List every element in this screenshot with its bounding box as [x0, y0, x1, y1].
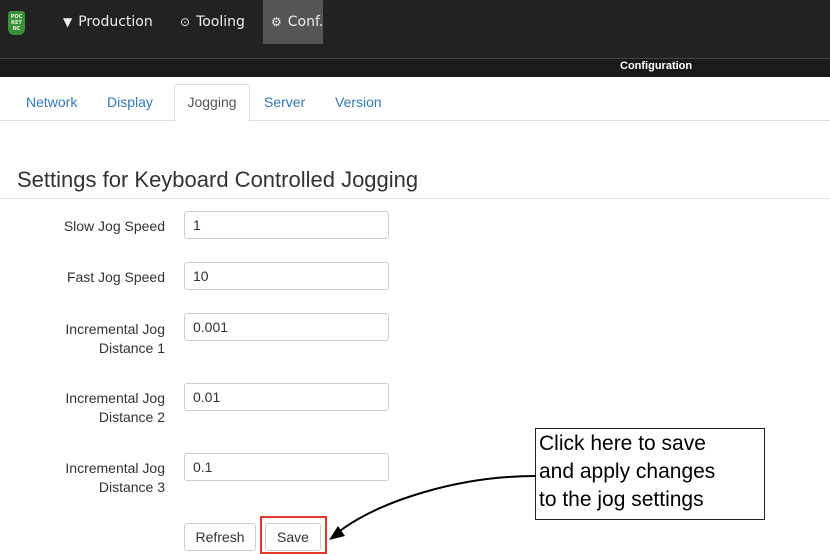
- tab-network[interactable]: Network: [26, 84, 77, 121]
- incremental-jog-distance-3-label: Incremental Jog Distance 3: [65, 459, 165, 497]
- incremental-jog-distance-3-input[interactable]: [184, 453, 389, 481]
- top-navbar: POC KET NC ▼ Production ⊙ Tooling ⚙ Conf.: [0, 0, 830, 58]
- slow-jog-speed-label: Slow Jog Speed: [64, 217, 165, 236]
- incremental-jog-distance-2-label-line2: Distance 2: [98, 409, 165, 425]
- callout-line-2: and apply changes: [539, 460, 716, 483]
- incremental-jog-distance-2-input[interactable]: [184, 383, 389, 411]
- incremental-jog-distance-1-input[interactable]: [184, 313, 389, 341]
- config-tabs: Network Display Jogging Server Version: [0, 84, 830, 122]
- slow-jog-speed-label-text: Slow Jog Speed: [63, 218, 165, 234]
- slow-jog-speed-input[interactable]: [184, 211, 389, 239]
- tab-server[interactable]: Server: [264, 84, 305, 121]
- save-highlight-box: [260, 516, 327, 554]
- fast-jog-speed-input[interactable]: [184, 262, 389, 290]
- save-callout: Click here to save and apply changes to …: [535, 428, 765, 520]
- nav-production-label: Production: [78, 14, 153, 30]
- incremental-jog-distance-2-label: Incremental Jog Distance 2: [65, 389, 165, 427]
- tab-version[interactable]: Version: [335, 84, 382, 121]
- fast-jog-speed-label-text: Fast Jog Speed: [66, 269, 165, 285]
- incremental-jog-distance-3-label-line2: Distance 3: [98, 479, 165, 495]
- incremental-jog-distance-1-label-line2: Distance 1: [98, 340, 165, 356]
- heading-divider: [0, 198, 830, 199]
- incremental-jog-distance-1-label-line1: Incremental Jog: [65, 321, 165, 337]
- incremental-jog-distance-1-label: Incremental Jog Distance 1: [65, 320, 165, 358]
- nav-tooling-label: Tooling: [196, 14, 245, 30]
- callout-line-3: to the jog settings: [539, 488, 704, 511]
- nav-tooling[interactable]: ⊙ Tooling: [180, 0, 245, 44]
- gears-icon: ⚙: [271, 15, 282, 29]
- section-header-bar: Configuration: [0, 58, 830, 77]
- incremental-jog-distance-3-label-line1: Incremental Jog: [65, 460, 165, 476]
- filter-icon: ▼: [63, 15, 73, 29]
- nav-conf[interactable]: ⚙ Conf.: [263, 0, 323, 44]
- tab-jogging[interactable]: Jogging: [174, 84, 250, 122]
- incremental-jog-distance-2-label-line1: Incremental Jog: [65, 390, 165, 406]
- fast-jog-speed-label: Fast Jog Speed: [67, 268, 165, 287]
- arrowhead-icon: [329, 526, 345, 540]
- tab-display[interactable]: Display: [107, 84, 153, 121]
- page-heading: Settings for Keyboard Controlled Jogging: [17, 167, 419, 192]
- nav-production[interactable]: ▼ Production: [63, 0, 153, 44]
- callout-line-1: Click here to save: [539, 432, 706, 455]
- nav-conf-label: Conf.: [287, 14, 324, 30]
- play-circle-icon: ⊙: [180, 15, 191, 29]
- refresh-button[interactable]: Refresh: [184, 523, 256, 551]
- pocket-nc-logo[interactable]: POC KET NC: [8, 11, 25, 35]
- section-title: Configuration: [620, 60, 693, 72]
